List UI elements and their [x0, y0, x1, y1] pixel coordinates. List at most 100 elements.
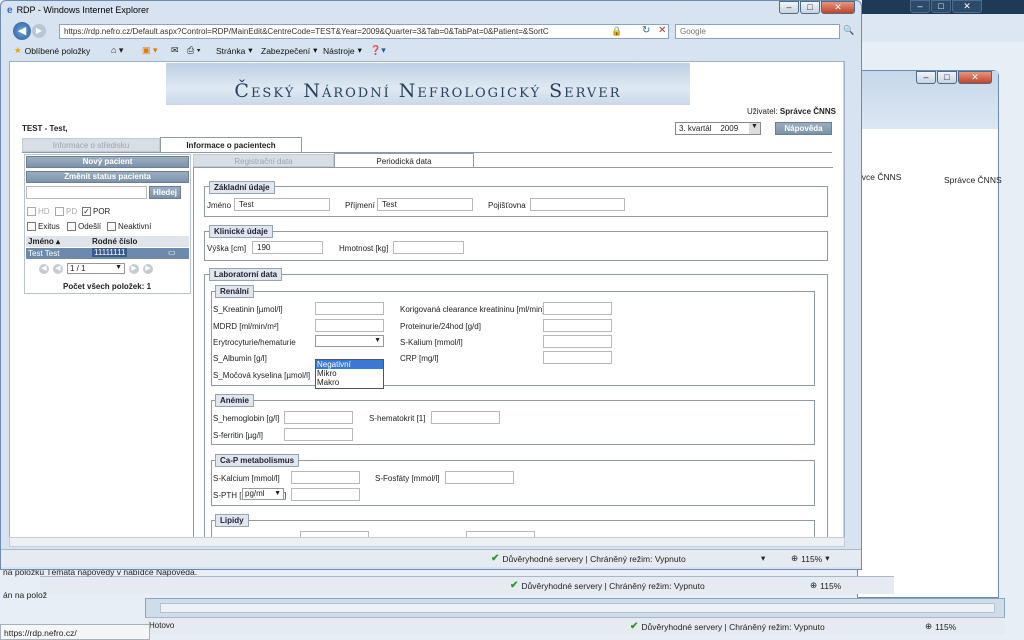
crp-field[interactable] [543, 351, 612, 364]
zoom-icon[interactable]: ⊕ [810, 580, 817, 591]
tab-informace-o-stredisku[interactable]: Informace o středisku [22, 138, 160, 152]
pager: ◀ ◀ 1 / 1 ▼ ▶ ▶ [39, 263, 153, 274]
search-button[interactable]: Hledej [149, 186, 181, 199]
minimize-button[interactable]: – [779, 1, 799, 14]
address-bar[interactable]: https://rdp.nefro.cz/Default.aspx?Contro… [59, 24, 669, 39]
filter-odesli[interactable]: Odešlí [67, 222, 101, 231]
edit-icon[interactable]: ▭ [168, 248, 176, 257]
zoom-icon[interactable]: ⊕ [791, 553, 798, 564]
chevron-down-icon[interactable]: ▾ [825, 553, 829, 564]
col-birth[interactable]: Rodné číslo [92, 237, 137, 246]
outer-minimize-button[interactable]: – [910, 0, 930, 13]
search-input[interactable] [675, 24, 840, 39]
clearance-field[interactable] [543, 302, 612, 315]
anemie-legend: Anémie [215, 394, 254, 407]
filter-neaktivni[interactable]: Neaktivní [107, 222, 151, 231]
last-page-icon[interactable]: ▶ [143, 263, 153, 274]
outer-window-bar [862, 14, 1024, 42]
menu-stranka[interactable]: Stránka ▾ [216, 45, 253, 56]
hemoglobin-field[interactable] [284, 411, 353, 424]
bottom-status-bar: Hotovo ✔ Důvěryhodné servery | Chráněný r… [145, 617, 1005, 634]
total-count: Počet všech položek: 1 [63, 282, 152, 291]
table-row[interactable]: Test Test 11111111 ▭ [26, 248, 189, 259]
clinical-legend: Klinické údaje [209, 225, 273, 238]
chevron-down-icon: ▼ [115, 264, 122, 271]
lock-icon[interactable]: 🔒 [611, 26, 622, 37]
outer-maximize-button[interactable]: □ [931, 0, 951, 13]
renal-legend: Renální [215, 285, 254, 298]
page-content: Český Národní Nefrologický Server Uživat… [9, 61, 845, 546]
col-name[interactable]: Jméno ▴ [28, 237, 60, 246]
filter-exitus[interactable]: Exitus [27, 222, 60, 231]
change-status-button[interactable]: Změnit status pacienta [26, 171, 189, 183]
bg-maximize-button[interactable]: □ [937, 71, 957, 84]
first-name-field[interactable] [234, 198, 330, 211]
help-icon[interactable]: ❓▾ [370, 45, 386, 56]
chevron-down-icon[interactable]: ▼ [749, 123, 760, 134]
pth-unit-select[interactable]: pg/ml ▼ [242, 488, 284, 500]
prev-page-icon[interactable]: ◀ [53, 263, 63, 274]
bg-user-label: Správce ČNNS [944, 175, 1002, 185]
security-icon[interactable]: ▾ [761, 553, 765, 564]
kreatinin-field[interactable] [315, 302, 384, 315]
bg-minimize-button[interactable]: – [916, 71, 936, 84]
height-field[interactable] [252, 241, 323, 254]
pth-field[interactable] [291, 488, 360, 501]
option-makro[interactable]: Makro [316, 378, 383, 387]
vertical-scrollbar[interactable] [843, 62, 844, 537]
page-select[interactable]: 1 / 1 ▼ [67, 263, 125, 274]
filter-hd[interactable]: HD [27, 207, 50, 216]
check-icon: ✔ [491, 553, 500, 564]
help-button[interactable]: Nápověda [775, 122, 832, 135]
kalium-field[interactable] [543, 335, 612, 348]
hematokrit-field[interactable] [431, 411, 500, 424]
site-banner: Český Národní Nefrologický Server [166, 63, 690, 105]
bottom-hscrollbar[interactable] [160, 603, 995, 613]
check-icon: ✔ [510, 580, 519, 591]
insurance-field[interactable] [530, 198, 625, 211]
mdrd-field[interactable] [315, 319, 384, 332]
proteinurie-field[interactable] [543, 319, 612, 332]
option-negativni[interactable]: Negativní [316, 360, 383, 369]
weight-field[interactable] [393, 241, 464, 254]
horizontal-scrollbar[interactable] [9, 537, 845, 547]
tab-informace-o-pacientech[interactable]: Informace o pacientech [160, 137, 302, 153]
new-patient-button[interactable]: Nový pacient [26, 156, 189, 168]
left-panel: Nový pacient Změnit status pacienta Hled… [24, 154, 191, 294]
stop-icon[interactable]: ✕ [658, 25, 666, 36]
kalcium-field[interactable] [291, 471, 360, 484]
print-icon[interactable]: ⎙ ▾ [187, 45, 200, 56]
tab-registracni-data[interactable]: Registrační data [193, 154, 334, 167]
refresh-icon[interactable]: ↻ [642, 25, 650, 36]
feeds-icon[interactable]: ▣ ▾ [142, 45, 158, 56]
fosfaty-field[interactable] [445, 471, 514, 484]
mail-icon[interactable]: ✉ [171, 45, 179, 56]
next-page-icon[interactable]: ▶ [129, 263, 139, 274]
centre-name: TEST - Test, [22, 124, 68, 133]
favorites-button[interactable]: ★ Oblíbené položky [14, 45, 90, 56]
close-button[interactable]: ✕ [821, 1, 855, 14]
ferritin-field[interactable] [284, 428, 353, 441]
search-icon[interactable]: 🔍 [843, 25, 854, 36]
first-page-icon[interactable]: ◀ [39, 263, 49, 274]
back-button[interactable]: ◀ [13, 22, 31, 40]
home-icon[interactable]: ⌂ ▾ [111, 45, 123, 56]
maximize-button[interactable]: □ [800, 1, 820, 14]
surname-field[interactable] [377, 198, 473, 211]
filter-pd[interactable]: PD [55, 207, 77, 216]
outer-close-button[interactable]: ✕ [952, 0, 982, 13]
check-icon: ✔ [630, 621, 639, 632]
forward-button[interactable]: ▶ [32, 24, 46, 38]
ie-icon: e [7, 4, 13, 16]
patient-search-input[interactable] [26, 186, 147, 199]
erytro-select[interactable]: ▼ [315, 335, 384, 347]
menu-zabezpeceni[interactable]: Zabezpečení ▾ [261, 45, 317, 56]
quarter-select[interactable]: 3. kvartál 2009 ▼ [675, 122, 761, 135]
filter-por[interactable]: ✓ POR [82, 207, 110, 216]
main-browser-window: e RDP - Windows Internet Explorer – □ ✕ … [0, 0, 862, 570]
tab-periodicka-data[interactable]: Periodická data [334, 153, 474, 168]
zoom-icon[interactable]: ⊕ [925, 621, 932, 632]
menu-nastroje[interactable]: Nástroje ▾ [323, 45, 362, 56]
option-mikro[interactable]: Mikro [316, 369, 383, 378]
bg-close-button[interactable]: ✕ [958, 71, 992, 84]
